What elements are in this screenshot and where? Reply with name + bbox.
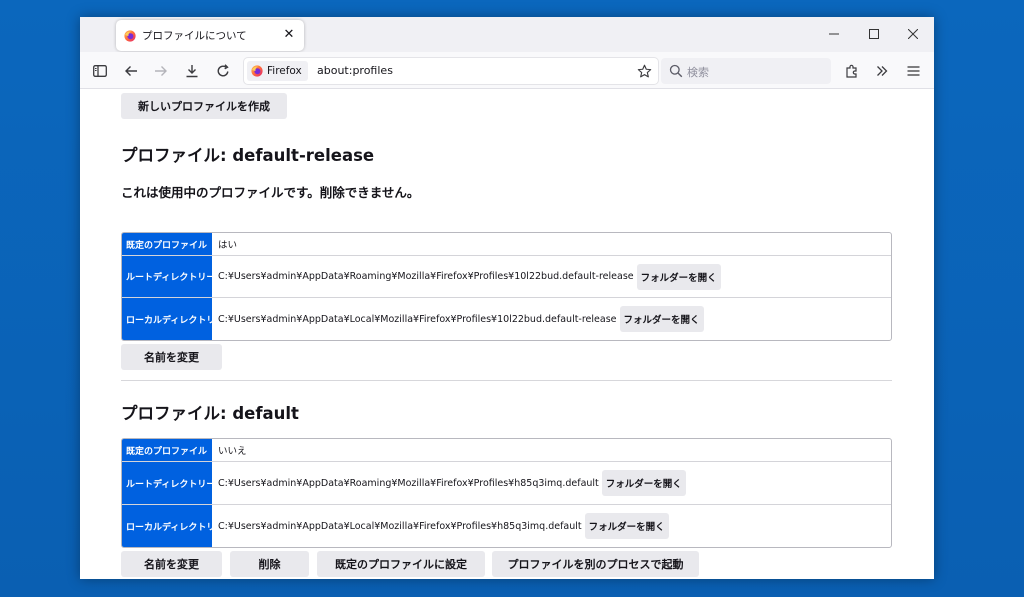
overflow-button[interactable] xyxy=(871,60,893,82)
row-key: 既定のプロファイル xyxy=(122,439,213,461)
table-row: ルートディレクトリー C:¥Users¥admin¥AppData¥Roamin… xyxy=(122,255,891,297)
title-bar: プロファイルについて ✕ xyxy=(80,17,934,52)
tab-close-icon[interactable]: ✕ xyxy=(280,26,298,44)
firefox-identity-icon xyxy=(251,65,263,77)
reload-button[interactable] xyxy=(212,60,234,82)
open-folder-button[interactable]: フォルダーを開く xyxy=(601,470,686,496)
rename-button[interactable]: 名前を変更 xyxy=(121,551,222,577)
tab-title: プロファイルについて xyxy=(142,30,247,42)
profile-heading: プロファイル: default xyxy=(121,404,299,423)
minimize-button[interactable] xyxy=(822,23,846,45)
search-bar[interactable]: 検索 xyxy=(661,58,831,84)
back-button[interactable] xyxy=(120,60,142,82)
rename-button[interactable]: 名前を変更 xyxy=(121,344,222,370)
create-profile-button[interactable]: 新しいプロファイルを作成 xyxy=(121,93,287,119)
profile-heading: プロファイル: default-release xyxy=(121,146,375,165)
star-icon xyxy=(637,64,651,77)
minimize-icon xyxy=(829,33,839,35)
row-key: ルートディレクトリー xyxy=(122,256,215,297)
row-value: いいえ xyxy=(218,446,247,457)
hamburger-icon xyxy=(907,66,919,76)
menu-button[interactable] xyxy=(902,60,924,82)
remove-button[interactable]: 削除 xyxy=(230,551,309,577)
page-content: 新しいプロファイルを作成 プロファイル: default-release これは… xyxy=(80,89,934,579)
row-key: ローカルディレクトリー xyxy=(122,505,224,547)
row-value: はい xyxy=(218,240,238,251)
extensions-button[interactable] xyxy=(841,60,863,82)
search-icon xyxy=(669,64,683,78)
row-key: 既定のプロファイル xyxy=(122,233,213,255)
row-key: ローカルディレクトリー xyxy=(122,298,224,340)
close-icon xyxy=(908,29,918,39)
browser-window: プロファイルについて ✕ Firefox about:profiles 検索 新… xyxy=(80,17,934,579)
url-text[interactable]: about:profiles xyxy=(317,64,393,77)
firefox-icon xyxy=(124,30,136,42)
local-directory-path: C:¥Users¥admin¥AppData¥Local¥Mozilla¥Fir… xyxy=(218,520,582,532)
url-bar[interactable]: Firefox about:profiles xyxy=(244,58,658,84)
row-key: ルートディレクトリー xyxy=(122,462,215,504)
table-row: ローカルディレクトリー C:¥Users¥admin¥AppData¥Local… xyxy=(122,297,891,340)
download-icon xyxy=(186,65,198,78)
row-value-container: C:¥Users¥admin¥AppData¥Roaming¥Mozilla¥F… xyxy=(213,256,891,297)
tab-about-profiles[interactable]: プロファイルについて ✕ xyxy=(116,20,304,51)
profile-table: 既定のプロファイル はい ルートディレクトリー C:¥Users¥admin¥A… xyxy=(121,232,892,341)
table-row: 既定のプロファイル いいえ xyxy=(122,439,891,461)
back-arrow-icon xyxy=(125,66,137,76)
divider xyxy=(121,380,892,381)
table-row: ローカルディレクトリー C:¥Users¥admin¥AppData¥Local… xyxy=(122,504,891,547)
open-folder-button[interactable]: フォルダーを開く xyxy=(584,513,669,539)
maximize-button[interactable] xyxy=(862,23,886,45)
puzzle-icon xyxy=(846,64,857,78)
forward-arrow-icon xyxy=(155,66,167,76)
bookmark-button[interactable] xyxy=(634,61,654,81)
identity-box[interactable]: Firefox xyxy=(247,61,308,81)
profile-in-use-note: これは使用中のプロファイルです。削除できません。 xyxy=(121,185,420,200)
nav-toolbar: Firefox about:profiles 検索 xyxy=(80,52,934,89)
open-folder-button[interactable]: フォルダーを開く xyxy=(636,263,721,290)
downloads-button[interactable] xyxy=(181,60,203,82)
row-value-container: C:¥Users¥admin¥AppData¥Local¥Mozilla¥Fir… xyxy=(213,505,891,547)
close-window-button[interactable] xyxy=(901,23,925,45)
open-folder-button[interactable]: フォルダーを開く xyxy=(619,306,704,332)
root-directory-path: C:¥Users¥admin¥AppData¥Roaming¥Mozilla¥F… xyxy=(218,271,634,282)
table-row: 既定のプロファイル はい xyxy=(122,233,891,255)
identity-label: Firefox xyxy=(267,65,302,77)
forward-button[interactable] xyxy=(150,60,172,82)
row-value-container: C:¥Users¥admin¥AppData¥Local¥Mozilla¥Fir… xyxy=(213,298,891,340)
chevron-double-right-icon xyxy=(877,66,888,76)
launch-profile-button[interactable]: プロファイルを別のプロセスで起動 xyxy=(492,551,699,577)
search-input[interactable]: 検索 xyxy=(687,64,709,80)
reload-icon xyxy=(217,64,229,77)
local-directory-path: C:¥Users¥admin¥AppData¥Local¥Mozilla¥Fir… xyxy=(218,313,617,325)
root-directory-path: C:¥Users¥admin¥AppData¥Roaming¥Mozilla¥F… xyxy=(218,477,599,489)
maximize-icon xyxy=(869,29,879,39)
set-default-button[interactable]: 既定のプロファイルに設定 xyxy=(317,551,485,577)
table-row: ルートディレクトリー C:¥Users¥admin¥AppData¥Roamin… xyxy=(122,461,891,504)
row-value-container: C:¥Users¥admin¥AppData¥Roaming¥Mozilla¥F… xyxy=(213,462,891,504)
profile-table: 既定のプロファイル いいえ ルートディレクトリー C:¥Users¥admin¥… xyxy=(121,438,892,548)
sidebar-button[interactable] xyxy=(89,60,111,82)
sidebar-icon xyxy=(93,65,107,77)
